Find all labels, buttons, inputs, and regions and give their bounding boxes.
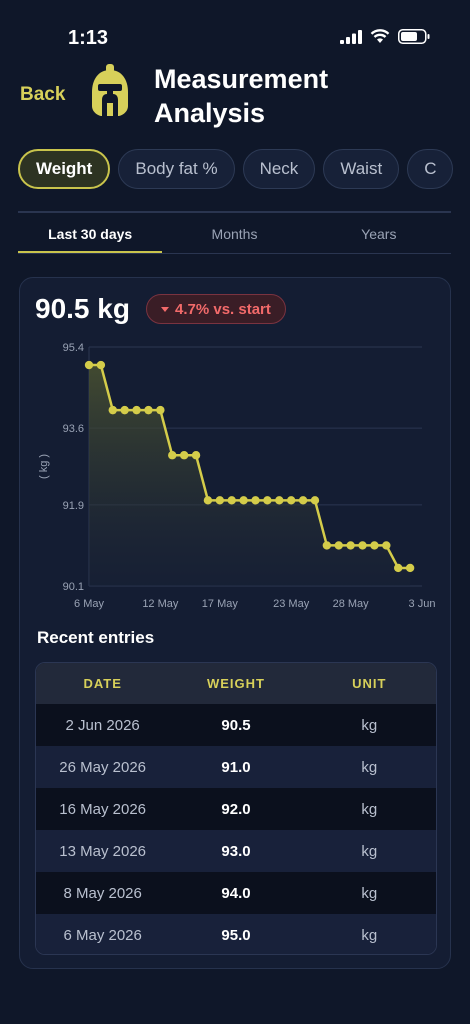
chart-area-fill: [89, 365, 411, 586]
down-triangle-icon: [161, 306, 169, 312]
x-tick-label: 17 May: [202, 598, 239, 610]
tab-months[interactable]: Months: [162, 214, 306, 254]
data-point: [120, 405, 129, 415]
data-point: [108, 405, 117, 415]
tabs-divider-bottom: [18, 253, 451, 254]
date-cell: 2 Jun 2026: [65, 716, 140, 734]
y-tick-label: 95.4: [63, 342, 84, 354]
table-row[interactable]: 26 May 2026 91.0 kg: [36, 746, 436, 788]
x-tick-label: 6 May: [74, 598, 104, 610]
x-tick-label: 12 May: [142, 598, 179, 610]
weight-cell: 95.0: [221, 926, 251, 944]
data-point: [168, 451, 177, 460]
unit-cell: kg: [361, 884, 378, 902]
delta-text: 4.7% vs. start: [175, 300, 271, 318]
date-cell: 26 May 2026: [59, 758, 147, 776]
status-icons: [340, 29, 430, 44]
y-tick-label: 93.6: [63, 423, 84, 435]
column-header-unit: UNIT: [352, 676, 387, 691]
x-tick-label: 23 May: [273, 598, 310, 610]
weight-cell: 94.0: [221, 884, 251, 902]
metric-chip-waist[interactable]: Waist: [323, 149, 400, 189]
cellular-signal-icon: [340, 29, 362, 44]
header: Back Measurement Analysis: [0, 60, 470, 130]
helmet-logo-icon: [92, 64, 128, 116]
data-point: [132, 405, 141, 415]
x-tick-label: 3 Jun: [409, 598, 436, 610]
y-tick-label: 90.1: [63, 581, 84, 593]
data-point: [322, 541, 332, 550]
table-row[interactable]: 16 May 2026 92.0 kg: [36, 788, 436, 830]
current-value: 90.5 kg: [35, 293, 130, 324]
date-cell: 16 May 2026: [59, 800, 147, 818]
metric-chip-body-fat[interactable]: Body fat %: [118, 149, 235, 189]
weight-cell: 90.5: [221, 716, 251, 734]
data-point: [96, 360, 106, 370]
status-time: 1:13: [68, 27, 109, 49]
table-row[interactable]: 6 May 2026 95.0 kg: [36, 914, 436, 954]
y-tick-label: 91.9: [63, 500, 84, 512]
delta-badge: 4.7% vs. start: [146, 294, 286, 324]
unit-cell: kg: [361, 800, 378, 818]
tab-years[interactable]: Years: [307, 214, 451, 254]
weight-cell: 93.0: [221, 842, 251, 860]
table-row[interactable]: 2 Jun 2026 90.5 kg: [36, 704, 436, 746]
weight-cell: 92.0: [221, 800, 251, 818]
data-point: [275, 496, 284, 505]
data-point: [298, 496, 308, 505]
data-point: [358, 541, 367, 550]
data-point: [191, 451, 201, 460]
date-cell: 13 May 2026: [59, 842, 147, 860]
table-row[interactable]: 8 May 2026 94.0 kg: [36, 872, 436, 914]
back-button[interactable]: Back: [20, 84, 65, 106]
data-point: [370, 541, 379, 550]
data-point: [156, 405, 165, 415]
data-point: [84, 360, 94, 370]
y-axis-label: ( kg ): [38, 454, 50, 479]
date-cell: 8 May 2026: [63, 884, 142, 902]
period-tabs: Last 30 days Months Years: [18, 214, 451, 254]
weight-cell: 91.0: [221, 758, 251, 776]
metric-chips: Weight Body fat % Neck Waist C: [18, 149, 470, 191]
data-point: [215, 496, 225, 505]
metric-chip-weight[interactable]: Weight: [18, 149, 111, 189]
table-row[interactable]: 13 May 2026 93.0 kg: [36, 830, 436, 872]
data-point: [394, 563, 403, 573]
unit-cell: kg: [361, 926, 378, 944]
x-tick-label: 28 May: [333, 598, 370, 610]
unit-cell: kg: [361, 842, 378, 860]
data-point: [346, 541, 355, 550]
data-point: [310, 496, 320, 505]
tab-last-30-days[interactable]: Last 30 days: [18, 214, 163, 254]
page-title: Measurement Analysis: [154, 64, 329, 128]
data-point: [179, 451, 189, 460]
column-header-weight: WEIGHT: [206, 676, 265, 691]
unit-cell: kg: [361, 716, 378, 734]
data-point: [239, 496, 248, 505]
wifi-icon: [370, 29, 390, 43]
column-header-date: DATE: [83, 676, 122, 691]
data-point: [144, 405, 153, 415]
battery-icon: [398, 29, 430, 44]
tabs-divider-top: [18, 211, 451, 213]
data-point: [382, 541, 391, 550]
data-point: [203, 496, 213, 505]
data-point: [263, 496, 272, 505]
data-point: [286, 496, 296, 505]
data-point: [227, 496, 236, 505]
date-cell: 6 May 2026: [63, 926, 142, 944]
analysis-card: 90.5 kg 4.7% vs. start 95.4 93.6 91.9 90.1 (…: [19, 277, 451, 969]
weight-line-chart: 95.4 93.6 91.9 90.1 ( kg ) 6 May 12 May 17 May 2…: [38, 342, 436, 610]
recent-entries-table: DATE WEIGHT UNIT 2 Jun 2026 90.5 kg 26 May 20…: [35, 662, 437, 955]
data-point: [251, 496, 260, 505]
data-point: [405, 563, 415, 573]
table-header: DATE WEIGHT UNIT: [36, 663, 436, 704]
metric-chip-c[interactable]: C: [407, 149, 454, 189]
data-point: [334, 541, 343, 550]
recent-entries-title: Recent entries: [37, 628, 155, 647]
metric-chip-neck[interactable]: Neck: [242, 149, 316, 189]
unit-cell: kg: [361, 758, 378, 776]
